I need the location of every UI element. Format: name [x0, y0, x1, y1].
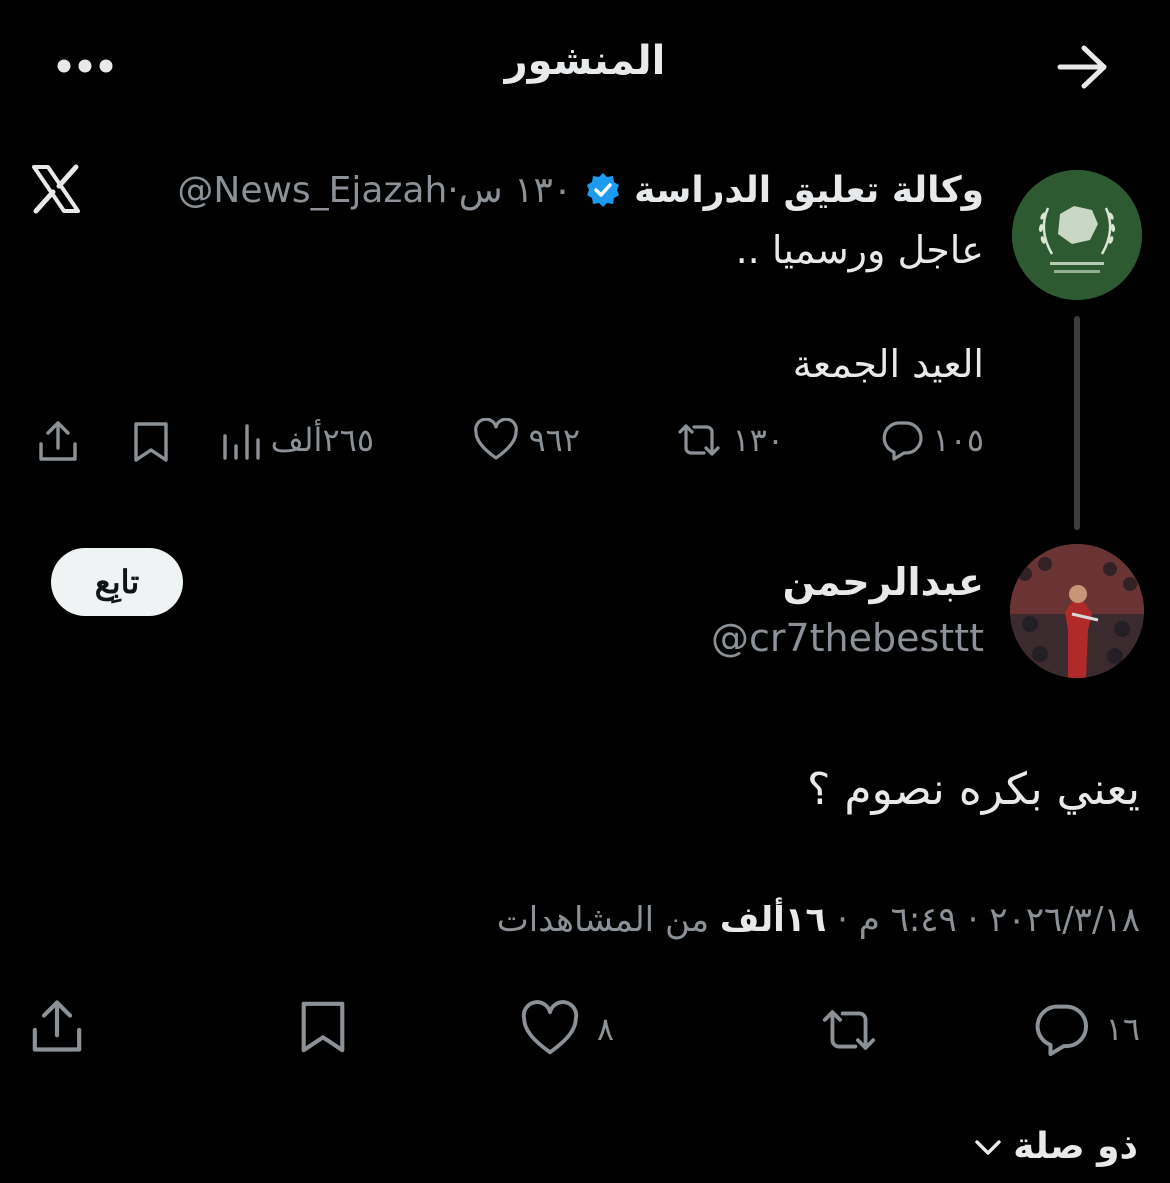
post-views-label: من المشاهدات [496, 900, 720, 940]
verified-badge-icon [584, 171, 622, 209]
like-count: ٨ [596, 1010, 614, 1048]
views-chart-icon [219, 418, 263, 462]
heart-icon [519, 1000, 581, 1058]
repost-action[interactable]: ١٣٠ [674, 418, 784, 462]
post-text: يعني بكره نصوم ؟ [807, 764, 1140, 815]
post-date: ٢٠٢٦/٣/١٨ · ٦:٤٩ م · [826, 900, 1140, 940]
reply-count: ١٠٥ [932, 421, 984, 459]
heart-icon [472, 418, 520, 462]
share-icon[interactable] [36, 418, 80, 464]
x-logo-icon [30, 163, 82, 215]
repost-count: ١٣٠ [732, 421, 784, 459]
author-name[interactable]: عبدالرحمن [783, 560, 984, 604]
reply-icon [880, 418, 924, 462]
repost-icon [674, 418, 724, 462]
views-count: ٢٦٥ألف [270, 421, 374, 459]
author-handle[interactable]: @cr7thebesttt [711, 616, 984, 660]
chevron-down-icon [973, 1137, 1003, 1157]
avatar[interactable] [1010, 544, 1144, 678]
related-label: ذو صلة [1013, 1126, 1138, 1167]
more-options-icon[interactable] [56, 58, 114, 74]
like-action[interactable]: ٩٦٢ [472, 418, 580, 462]
avatar[interactable] [1012, 170, 1142, 300]
bookmark-icon[interactable] [296, 998, 350, 1056]
parent-post-header: وكالة تعليق الدراسة @News_Ejazah·١٣٠ س [177, 164, 984, 216]
share-icon[interactable] [28, 996, 86, 1056]
reply-icon [1032, 1000, 1090, 1058]
related-toggle[interactable]: ذو صلة [973, 1126, 1138, 1167]
parent-author-name[interactable]: وكالة تعليق الدراسة [634, 170, 984, 211]
follow-button[interactable]: تابِع [51, 548, 183, 616]
like-action[interactable]: ٨ [519, 1000, 614, 1058]
parent-post-text-line1: عاجل ورسميا .. [735, 228, 984, 272]
reply-action[interactable]: ١٦ [1032, 1000, 1140, 1058]
repost-icon[interactable] [816, 1002, 882, 1058]
page-title: المنشور [504, 38, 666, 84]
thread-connector [1074, 316, 1080, 530]
parent-post-text-line2: العيد الجمعة [792, 342, 984, 386]
bookmark-icon[interactable] [130, 420, 172, 464]
like-count: ٩٦٢ [528, 421, 580, 459]
reply-count: ١٦ [1105, 1010, 1140, 1048]
reply-action[interactable]: ١٠٥ [880, 418, 984, 462]
parent-post-meta: @News_Ejazah·١٣٠ س [177, 169, 573, 211]
post-views-count: ١٦ألف [719, 900, 827, 940]
post-meta: ٢٠٢٦/٣/١٨ · ٦:٤٩ م · ١٦ألف من المشاهدات [497, 900, 1140, 940]
views-action[interactable]: ٢٦٥ألف [219, 418, 374, 462]
